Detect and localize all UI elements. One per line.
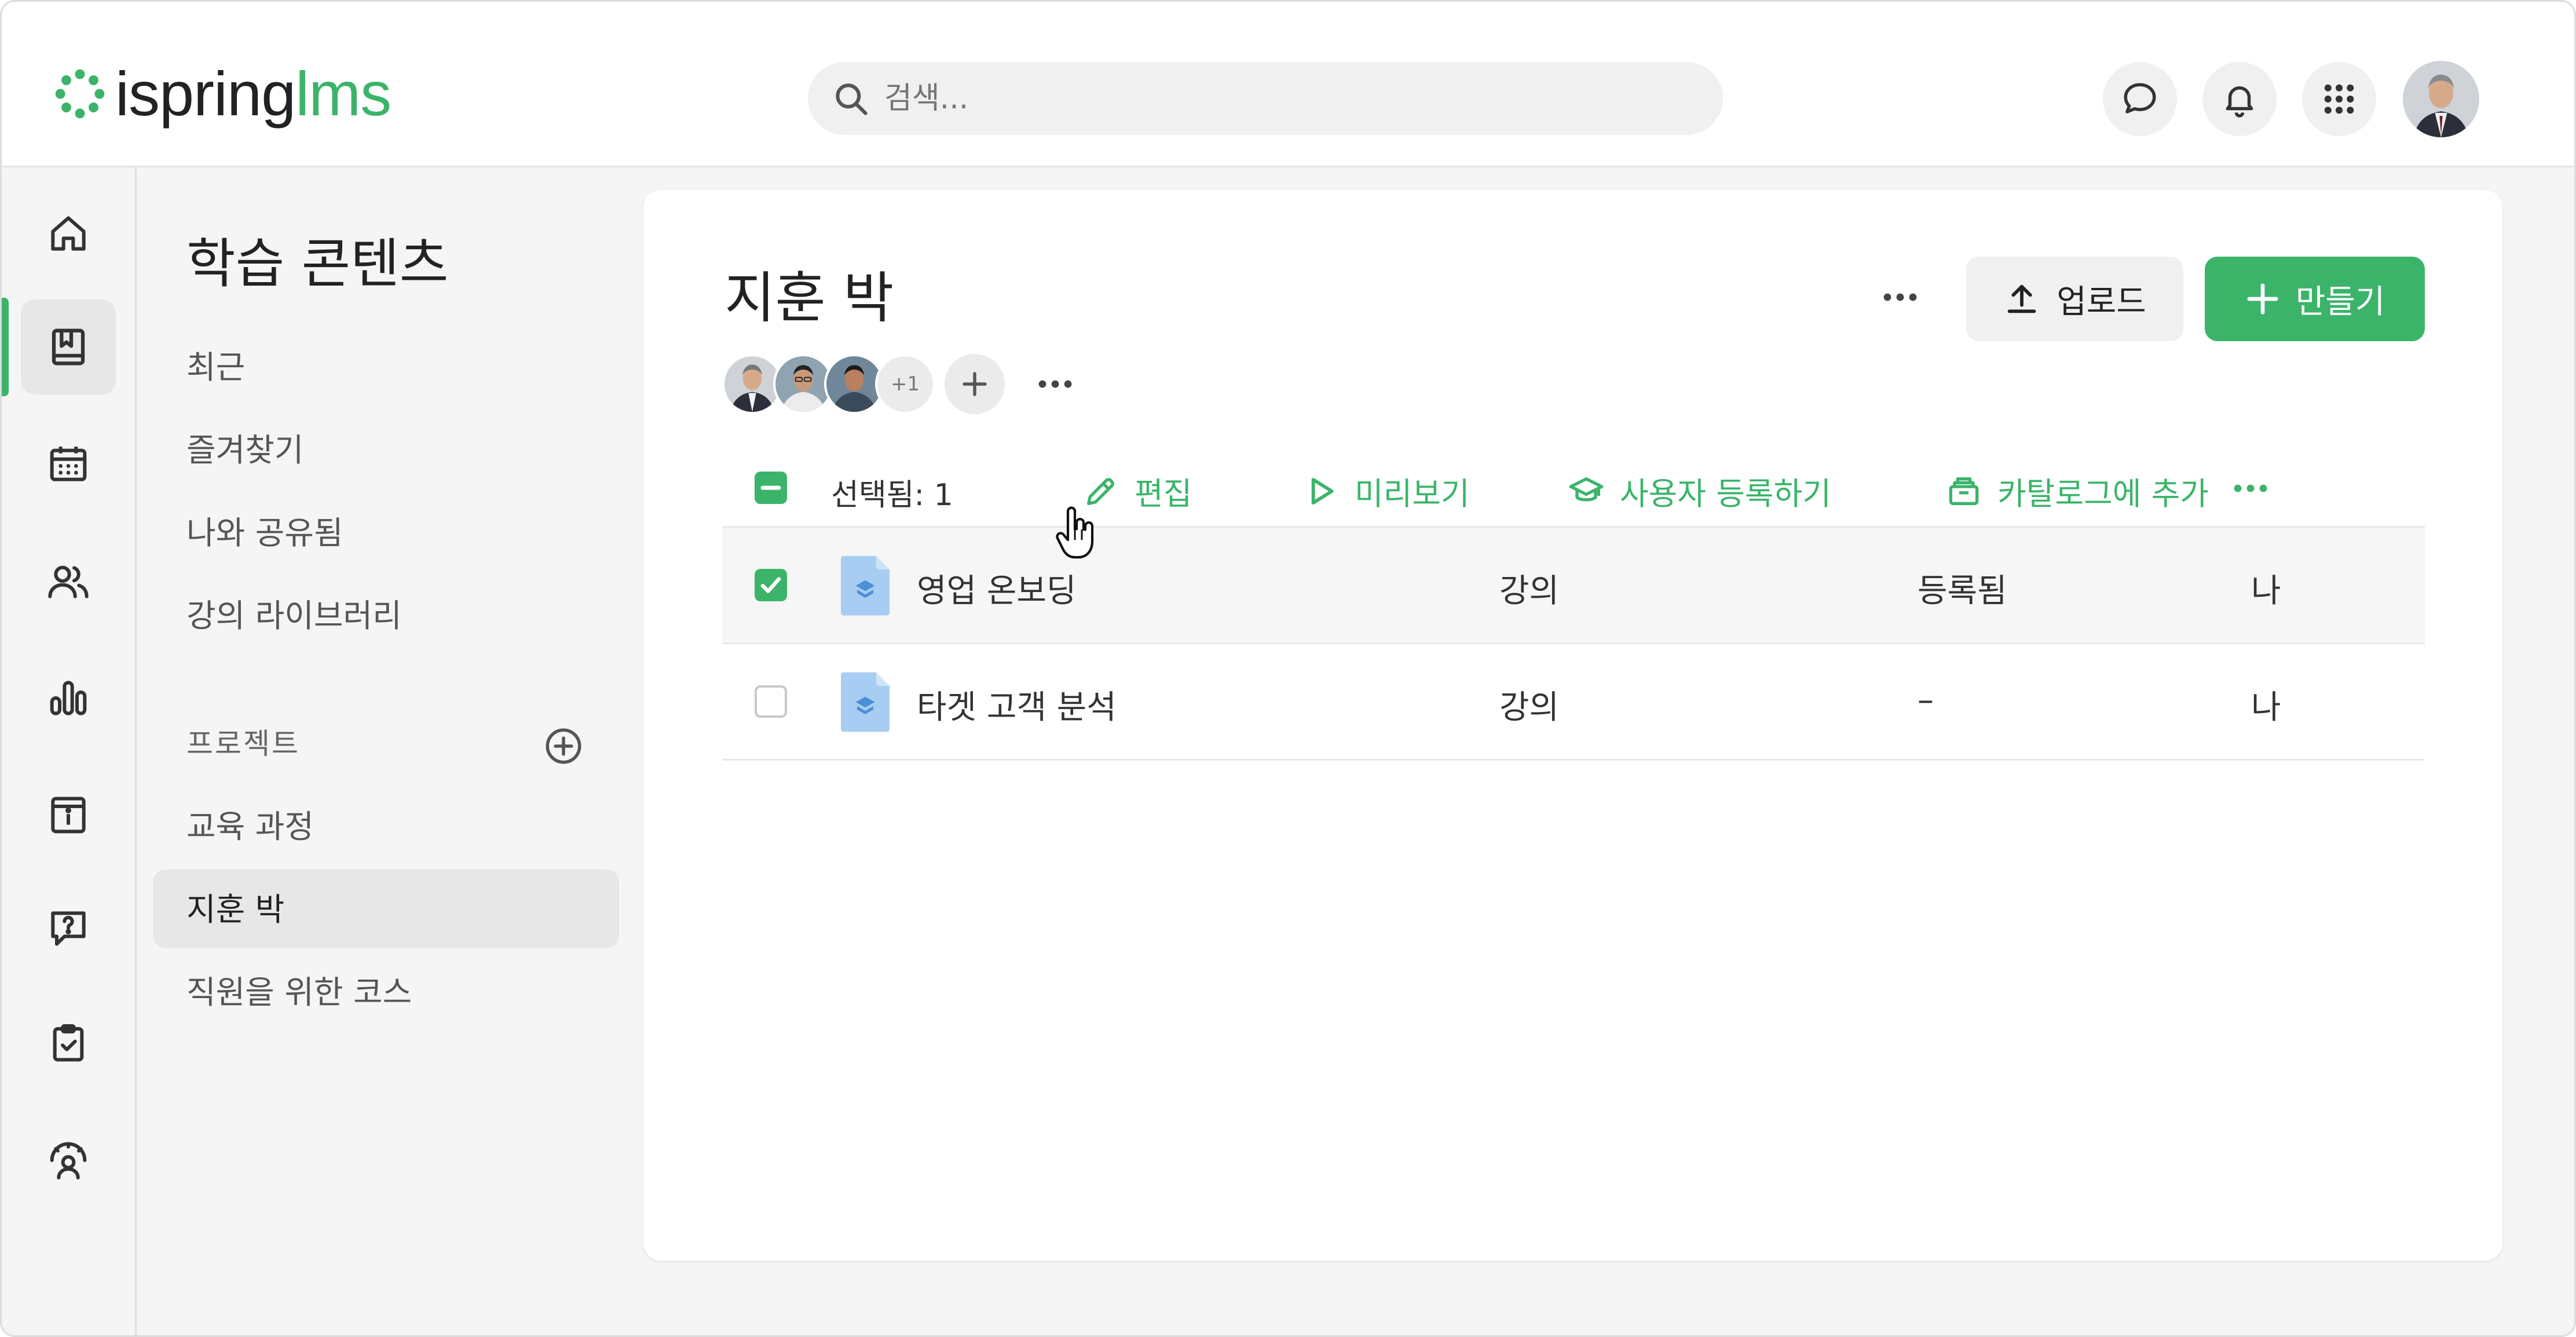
row-owner: 나	[2251, 572, 2281, 610]
rail-help[interactable]	[21, 881, 116, 976]
preview-action[interactable]: 미리보기	[1302, 468, 1470, 514]
add-to-catalog-action[interactable]: 카탈로그에 추가	[1945, 468, 2209, 514]
plus-icon	[2247, 283, 2278, 315]
gauge-user-icon	[50, 1142, 87, 1179]
plus-icon	[963, 372, 987, 396]
sidebar-item-shared[interactable]: 나와 공유됨	[186, 507, 343, 553]
enroll-users-action[interactable]: 사용자 등록하기	[1568, 468, 1831, 514]
row-type: 강의	[1499, 572, 1560, 610]
create-button[interactable]: 만들기	[2205, 257, 2425, 341]
rail-calendar[interactable]	[21, 417, 116, 512]
edit-action[interactable]: 편집	[1082, 468, 1192, 514]
add-to-catalog-label: 카탈로그에 추가	[1997, 476, 2209, 512]
play-icon	[1311, 477, 1334, 505]
member-avatar-image	[724, 356, 780, 412]
row-checkbox[interactable]	[755, 685, 787, 718]
content-sidebar: 학습 콘텐츠 최근 즐겨찾기 나와 공유됨 강의 라이브러리 프로젝트 교육 과…	[137, 167, 635, 1335]
selected-count: 선택됨: 1	[831, 478, 953, 513]
nav-rail	[2, 167, 137, 1335]
member-avatar-image	[775, 356, 831, 412]
sidebar-item-course-library[interactable]: 강의 라이브러리	[186, 590, 402, 636]
avatar-image	[2403, 61, 2479, 137]
ispring-logo-icon	[55, 69, 105, 119]
sidebar-title: 학습 콘텐츠	[186, 233, 449, 295]
rail-performance[interactable]	[21, 1113, 116, 1208]
chart-icon	[50, 681, 87, 715]
project-more-button[interactable]	[1874, 271, 1926, 323]
project-item-curriculum[interactable]: 교육 과정	[186, 801, 314, 847]
rail-info[interactable]	[21, 768, 116, 863]
more-dots-icon	[1883, 293, 1917, 301]
more-dots-icon	[2234, 484, 2267, 492]
add-project-icon[interactable]	[542, 725, 585, 768]
row-name[interactable]: 타겟 고객 분석	[917, 681, 1117, 728]
logo[interactable]: ispringlms	[53, 63, 391, 125]
member-avatar-image	[826, 356, 882, 412]
row-type: 강의	[1499, 689, 1560, 726]
home-icon	[51, 216, 86, 251]
rail-users[interactable]	[21, 534, 116, 629]
preview-action-label: 미리보기	[1355, 476, 1470, 512]
search-bar[interactable]	[808, 62, 1723, 135]
course-file-icon	[841, 556, 890, 616]
pencil-icon	[1087, 477, 1114, 505]
rail-content[interactable]	[21, 299, 116, 394]
upload-icon	[2007, 284, 2036, 313]
apps-button[interactable]	[2302, 62, 2376, 136]
members-more-count[interactable]: +1	[875, 354, 935, 414]
chat-icon	[2124, 83, 2156, 114]
search-icon	[836, 83, 868, 115]
book-icon	[52, 328, 85, 366]
bulk-action-bar: 선택됨: 1 편집 미리보기 사용자 등록하기 카탈로그에 추가	[722, 451, 2425, 528]
table-row[interactable]: 타겟 고객 분석 강의 – 나	[722, 644, 2425, 761]
project-item-employee-courses[interactable]: 직원을 위한 코스	[186, 966, 412, 1013]
row-name[interactable]: 영업 온보딩	[917, 565, 1076, 612]
chat-button[interactable]	[2103, 62, 2177, 136]
sidebar-item-recent[interactable]: 최근	[186, 341, 245, 388]
edit-action-label: 편집	[1135, 476, 1192, 512]
apps-grid-icon	[2324, 84, 2354, 114]
more-dots-icon	[1038, 380, 1072, 388]
info-icon	[51, 797, 86, 834]
users-icon	[48, 565, 89, 598]
search-input[interactable]	[883, 81, 1638, 116]
select-all-checkbox[interactable]	[755, 472, 787, 504]
upload-label: 업로드	[2057, 283, 2146, 321]
add-member-button[interactable]	[945, 354, 1005, 414]
enroll-users-label: 사용자 등록하기	[1620, 476, 1831, 512]
upload-button[interactable]: 업로드	[1966, 257, 2183, 341]
members-more-button[interactable]	[1029, 358, 1081, 410]
app-window: ispringlms 검색... 학습 콘텐츠 최근 즐겨찾기 나와 공유됨 강…	[0, 0, 2576, 1337]
logo-text: ispringlms	[115, 59, 391, 129]
clipboard-icon	[53, 1024, 84, 1062]
main-panel: 지훈 박 업로드 만들기 +1 선택됨: 1 편집 미리보기 사용자 등록하기 …	[643, 190, 2502, 1261]
row-status: 등록됨	[1918, 572, 2007, 610]
question-icon	[51, 911, 86, 946]
page-title: 지훈 박	[724, 266, 894, 330]
rail-active-indicator	[2, 298, 9, 396]
projects-section-label: 프로젝트	[186, 727, 300, 761]
user-avatar[interactable]	[2403, 61, 2479, 137]
project-item-jihoon-park[interactable]: 지훈 박	[186, 883, 284, 930]
rail-reports[interactable]	[21, 651, 116, 746]
sidebar-item-favorites[interactable]: 즐겨찾기	[186, 424, 303, 470]
hand-cursor-icon	[1056, 506, 1094, 559]
create-label: 만들기	[2295, 283, 2385, 321]
calendar-icon	[50, 447, 87, 481]
bell-icon	[2226, 86, 2253, 118]
row-status: –	[1918, 681, 1934, 719]
row-owner: 나	[2251, 689, 2281, 726]
catalog-icon	[1949, 477, 1979, 505]
notifications-button[interactable]	[2202, 62, 2277, 136]
rail-home[interactable]	[21, 186, 116, 281]
bulk-more-button[interactable]	[2224, 462, 2277, 514]
graduation-cap-icon	[1569, 477, 1604, 501]
check-icon	[760, 577, 781, 593]
indeterminate-icon	[760, 485, 781, 490]
row-checkbox[interactable]	[755, 569, 787, 601]
course-file-icon	[841, 672, 890, 732]
top-bar: ispringlms	[2, 2, 2574, 167]
table-row[interactable]: 영업 온보딩 강의 등록됨 나	[722, 528, 2425, 644]
rail-tasks[interactable]	[21, 996, 116, 1091]
